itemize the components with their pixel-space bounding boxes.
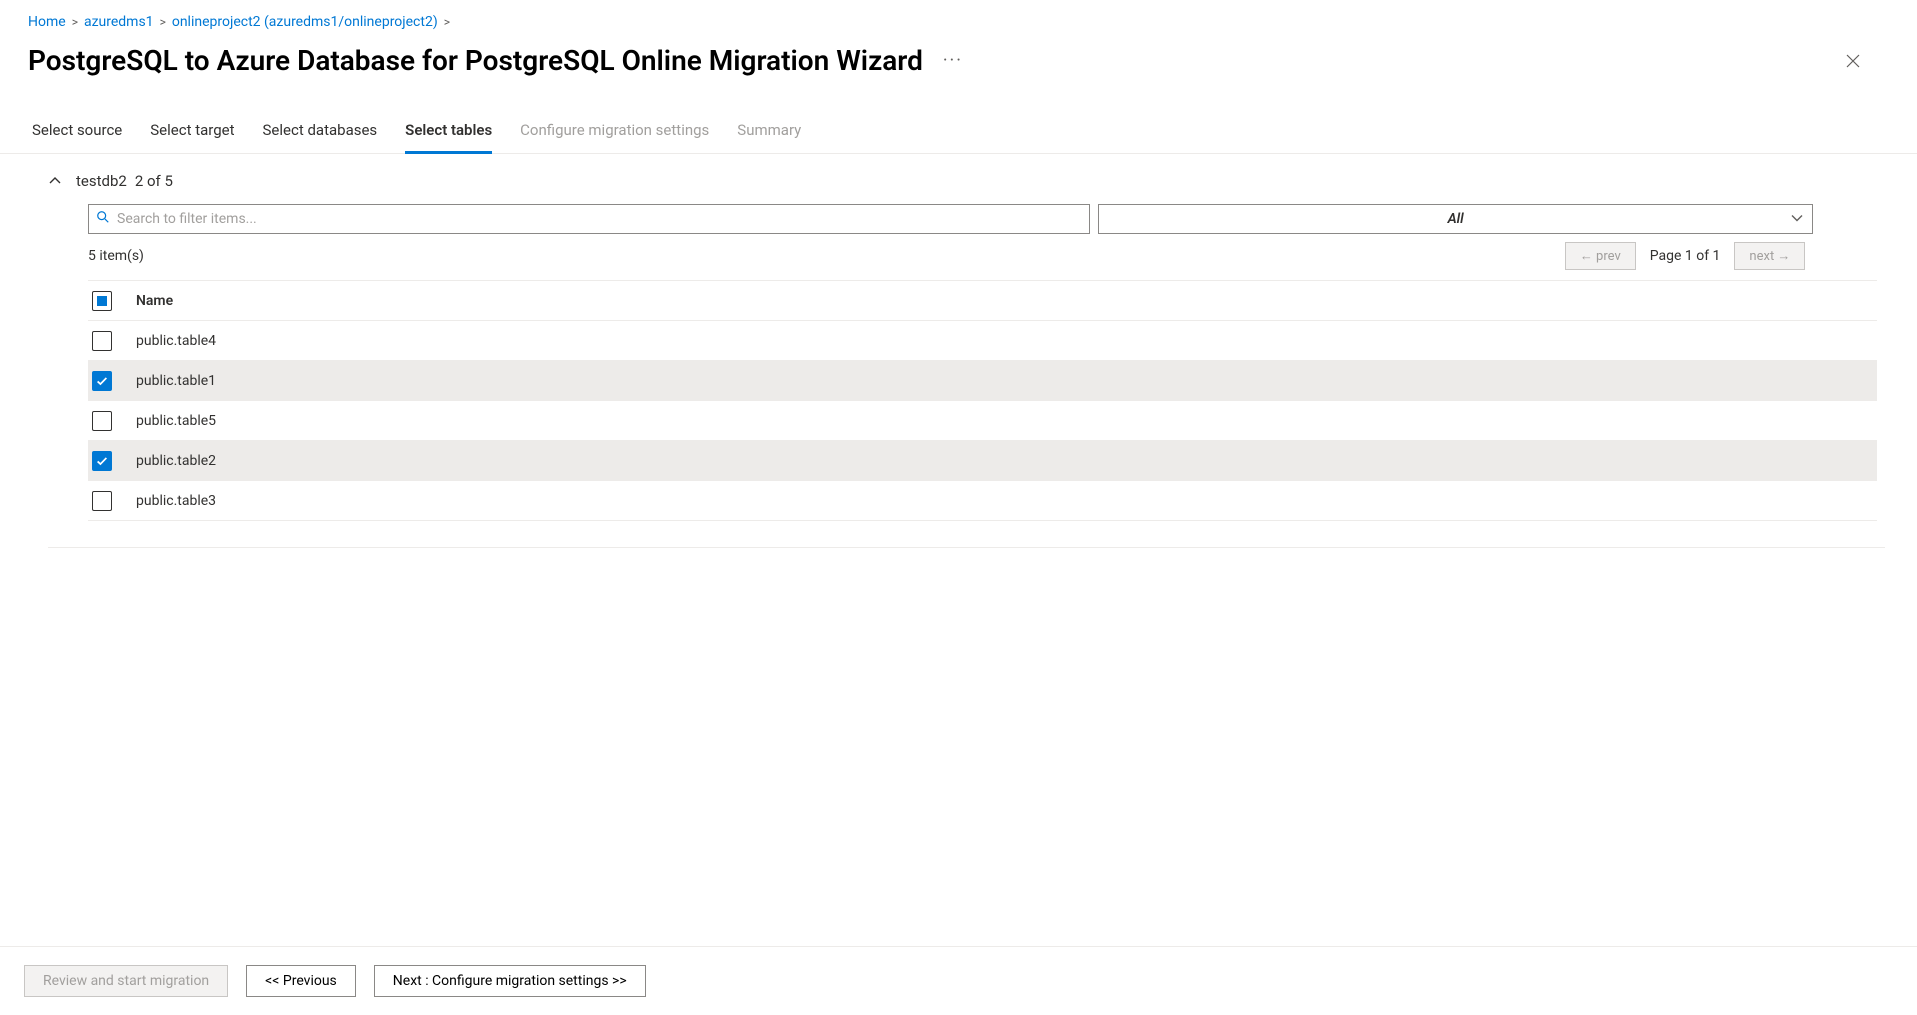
wizard-footer: Review and start migration << Previous N… <box>0 946 1917 1015</box>
page-indicator: Page 1 of 1 <box>1650 248 1721 264</box>
filter-row: All <box>88 204 1877 234</box>
next-page-button: next → <box>1734 242 1805 270</box>
previous-button[interactable]: << Previous <box>246 965 356 997</box>
breadcrumb-link-azuredms1[interactable]: azuredms1 <box>84 14 154 30</box>
tables-panel: All 5 item(s) ← prev Page 1 of 1 next → … <box>48 204 1885 521</box>
row-checkbox[interactable] <box>92 331 112 351</box>
section-divider <box>48 547 1885 548</box>
row-name: public.table4 <box>134 333 1877 349</box>
tab-select-databases[interactable]: Select databases <box>263 113 378 154</box>
breadcrumb: Home > azuredms1 > onlineproject2 (azure… <box>0 0 1917 40</box>
table-row[interactable]: public.table2 <box>88 441 1877 481</box>
title-row: PostgreSQL to Azure Database for Postgre… <box>0 40 1917 87</box>
select-all-checkbox[interactable] <box>92 291 112 311</box>
chevron-up-icon <box>48 174 62 188</box>
search-input[interactable] <box>88 204 1090 234</box>
item-count: 5 item(s) <box>88 248 1090 264</box>
row-checkbox[interactable] <box>92 491 112 511</box>
table-row[interactable]: public.table3 <box>88 481 1877 521</box>
search-icon <box>96 210 110 228</box>
tab-configure-migration-settings: Configure migration settings <box>520 113 709 154</box>
next-button[interactable]: Next : Configure migration settings >> <box>374 965 646 997</box>
accordion-count: 2 of 5 <box>135 172 173 190</box>
close-icon <box>1846 54 1860 68</box>
table-row[interactable]: public.table5 <box>88 401 1877 441</box>
tables-list: Name public.table4 public.table1 public.… <box>88 280 1877 521</box>
tab-select-target[interactable]: Select target <box>150 113 234 154</box>
breadcrumb-separator: > <box>72 15 78 29</box>
accordion-db-name: testdb2 <box>76 172 127 190</box>
table-row[interactable]: public.table1 <box>88 361 1877 401</box>
pager: ← prev Page 1 of 1 next → <box>1090 242 1806 270</box>
meta-row: 5 item(s) ← prev Page 1 of 1 next → <box>88 242 1877 270</box>
close-button[interactable] <box>1837 45 1869 77</box>
more-actions-button[interactable]: ··· <box>939 46 967 75</box>
row-name: public.table3 <box>134 493 1877 509</box>
column-header-name[interactable]: Name <box>134 293 1877 309</box>
wizard-tabs: Select source Select target Select datab… <box>0 87 1917 154</box>
row-name: public.table2 <box>134 453 1877 469</box>
accordion-header[interactable]: testdb2 2 of 5 <box>48 172 1885 204</box>
filter-select[interactable]: All <box>1098 204 1814 234</box>
tab-select-tables[interactable]: Select tables <box>405 113 492 154</box>
prev-page-button: ← prev <box>1565 242 1636 270</box>
search-wrap <box>88 204 1090 234</box>
review-start-migration-button: Review and start migration <box>24 965 228 997</box>
tables-section: testdb2 2 of 5 All 5 item(s) ← prev Page <box>0 154 1917 521</box>
breadcrumb-separator: > <box>444 15 450 29</box>
row-name: public.table1 <box>134 373 1877 389</box>
row-checkbox[interactable] <box>92 451 112 471</box>
row-checkbox[interactable] <box>92 411 112 431</box>
breadcrumb-link-onlineproject2[interactable]: onlineproject2 (azuredms1/onlineproject2… <box>172 14 438 30</box>
row-checkbox[interactable] <box>92 371 112 391</box>
tab-summary: Summary <box>737 113 801 154</box>
breadcrumb-separator: > <box>160 15 166 29</box>
page-title: PostgreSQL to Azure Database for Postgre… <box>28 44 923 77</box>
filter-select-value: All <box>1098 204 1814 234</box>
breadcrumb-link-home[interactable]: Home <box>28 14 66 30</box>
row-name: public.table5 <box>134 413 1877 429</box>
table-header-row: Name <box>88 281 1877 321</box>
tab-select-source[interactable]: Select source <box>32 113 122 154</box>
table-row[interactable]: public.table4 <box>88 321 1877 361</box>
